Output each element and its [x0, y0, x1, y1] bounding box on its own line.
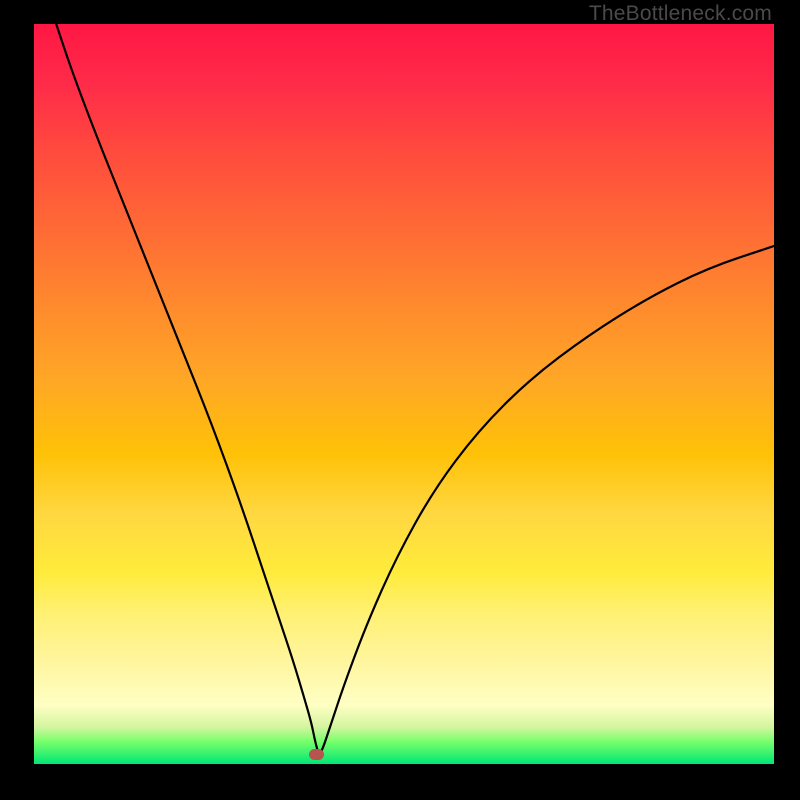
- optimal-point-marker: [309, 749, 324, 760]
- chart-frame: TheBottleneck.com: [0, 0, 800, 800]
- watermark-text: TheBottleneck.com: [589, 2, 772, 26]
- plot-area: [34, 24, 774, 764]
- bottleneck-curve: [34, 24, 774, 764]
